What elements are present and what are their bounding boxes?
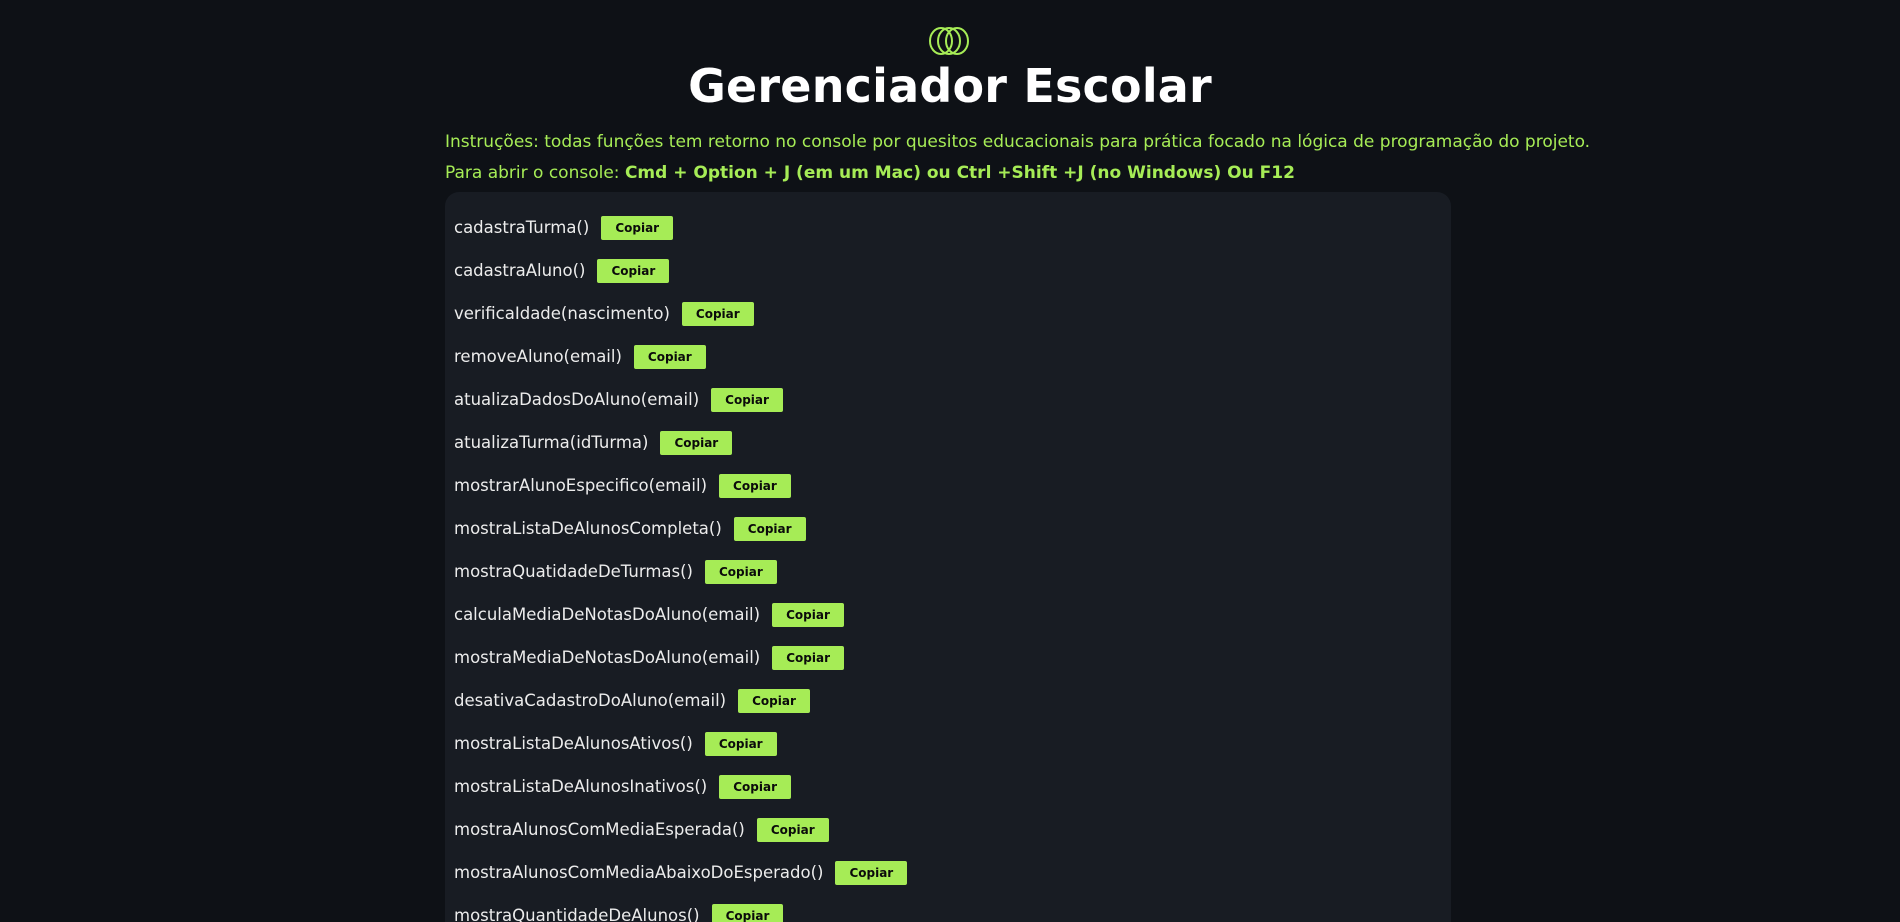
list-item: mostraQuantidadeDeAlunos() Copiar bbox=[454, 894, 907, 922]
list-item: mostraListaDeAlunosAtivos() Copiar bbox=[454, 722, 907, 765]
copy-button[interactable]: Copiar bbox=[711, 387, 783, 412]
functions-panel: cadastraTurma() Copiar cadastraAluno() Cop… bbox=[445, 192, 1451, 922]
list-item: calculaMediaDeNotasDoAluno(email) Copiar bbox=[454, 593, 907, 636]
copy-button[interactable]: Copiar bbox=[660, 430, 733, 455]
open-console-hint: Para abrir o console: Cmd + Option + J (… bbox=[445, 162, 1295, 184]
function-name: mostraQuantidadeDeAlunos() bbox=[454, 906, 700, 922]
copy-button[interactable]: Copiar bbox=[704, 731, 777, 756]
copy-button[interactable]: Copiar bbox=[835, 860, 908, 885]
copy-button[interactable]: Copiar bbox=[601, 215, 674, 240]
function-name: mostrarAlunoEspecifico(email) bbox=[454, 476, 708, 495]
list-item: desativaCadastroDoAluno(email) Copiar bbox=[454, 679, 907, 722]
function-name: mostraAlunosComMediaEsperada() bbox=[454, 820, 745, 839]
list-item: mostraAlunosComMediaEsperada() Copiar bbox=[454, 808, 907, 851]
function-name: mostraListaDeAlunosCompleta() bbox=[454, 519, 722, 538]
copy-button[interactable]: Copiar bbox=[772, 602, 844, 627]
copy-button[interactable]: Copiar bbox=[738, 688, 810, 713]
function-name: cadastraTurma() bbox=[454, 218, 590, 237]
list-item: cadastraAluno() Copiar bbox=[454, 249, 907, 292]
function-name: atualizaDadosDoAluno(email) bbox=[454, 390, 700, 409]
interlocking-rings-icon bbox=[929, 27, 969, 55]
function-name: mostraMediaDeNotasDoAluno(email) bbox=[454, 648, 761, 667]
list-item: atualizaTurma(idTurma) Copiar bbox=[454, 421, 907, 464]
function-name: atualizaTurma(idTurma) bbox=[454, 433, 649, 452]
list-item: mostraAlunosComMediaAbaixoDoEsperado() Co… bbox=[454, 851, 908, 894]
function-name: verificaIdade(nascimento) bbox=[454, 304, 670, 323]
copy-button[interactable]: Copiar bbox=[719, 473, 791, 498]
list-item: verificaIdade(nascimento) Copiar bbox=[454, 292, 907, 335]
page-title: Gerenciador Escolar bbox=[688, 59, 1212, 113]
list-item: removeAluno(email) Copiar bbox=[454, 335, 907, 378]
copy-button[interactable]: Copiar bbox=[772, 645, 844, 670]
copy-button[interactable]: Copiar bbox=[704, 559, 777, 584]
function-name: cadastraAluno() bbox=[454, 261, 586, 280]
copy-button[interactable]: Copiar bbox=[756, 817, 829, 842]
function-name: mostraListaDeAlunosAtivos() bbox=[454, 734, 693, 753]
list-item: mostraMediaDeNotasDoAluno(email) Copiar bbox=[454, 636, 907, 679]
copy-button[interactable]: Copiar bbox=[719, 774, 792, 799]
instructions-text: Instruções: todas funções tem retorno no… bbox=[445, 132, 1591, 152]
functions-list: cadastraTurma() Copiar cadastraAluno() Cop… bbox=[454, 206, 908, 922]
function-name: mostraQuatidadeDeTurmas() bbox=[454, 562, 693, 581]
function-name: removeAluno(email) bbox=[454, 347, 622, 366]
list-item: cadastraTurma() Copiar bbox=[454, 206, 907, 249]
open-console-shortcuts: Cmd + Option + J (em um Mac) ou Ctrl +Sh… bbox=[624, 163, 1295, 183]
copy-button[interactable]: Copiar bbox=[597, 258, 670, 283]
list-item: mostraQuatidadeDeTurmas() Copiar bbox=[454, 550, 907, 593]
list-item: atualizaDadosDoAluno(email) Copiar bbox=[454, 378, 907, 421]
open-console-prefix: Para abrir o console: bbox=[445, 163, 625, 183]
copy-button[interactable]: Copiar bbox=[681, 301, 754, 326]
function-name: mostraListaDeAlunosInativos() bbox=[454, 777, 708, 796]
function-name: mostraAlunosComMediaAbaixoDoEsperado() bbox=[454, 863, 824, 882]
list-item: mostrarAlunoEspecifico(email) Copiar bbox=[454, 464, 907, 507]
copy-button[interactable]: Copiar bbox=[733, 516, 806, 541]
copy-button[interactable]: Copiar bbox=[711, 903, 784, 922]
function-name: calculaMediaDeNotasDoAluno(email) bbox=[454, 605, 761, 624]
list-item: mostraListaDeAlunosCompleta() Copiar bbox=[454, 507, 907, 550]
copy-button[interactable]: Copiar bbox=[633, 344, 706, 369]
list-item: mostraListaDeAlunosInativos() Copiar bbox=[454, 765, 907, 808]
function-name: desativaCadastroDoAluno(email) bbox=[454, 691, 727, 710]
page: Gerenciador Escolar Instruções: todas fu… bbox=[0, 0, 1900, 922]
